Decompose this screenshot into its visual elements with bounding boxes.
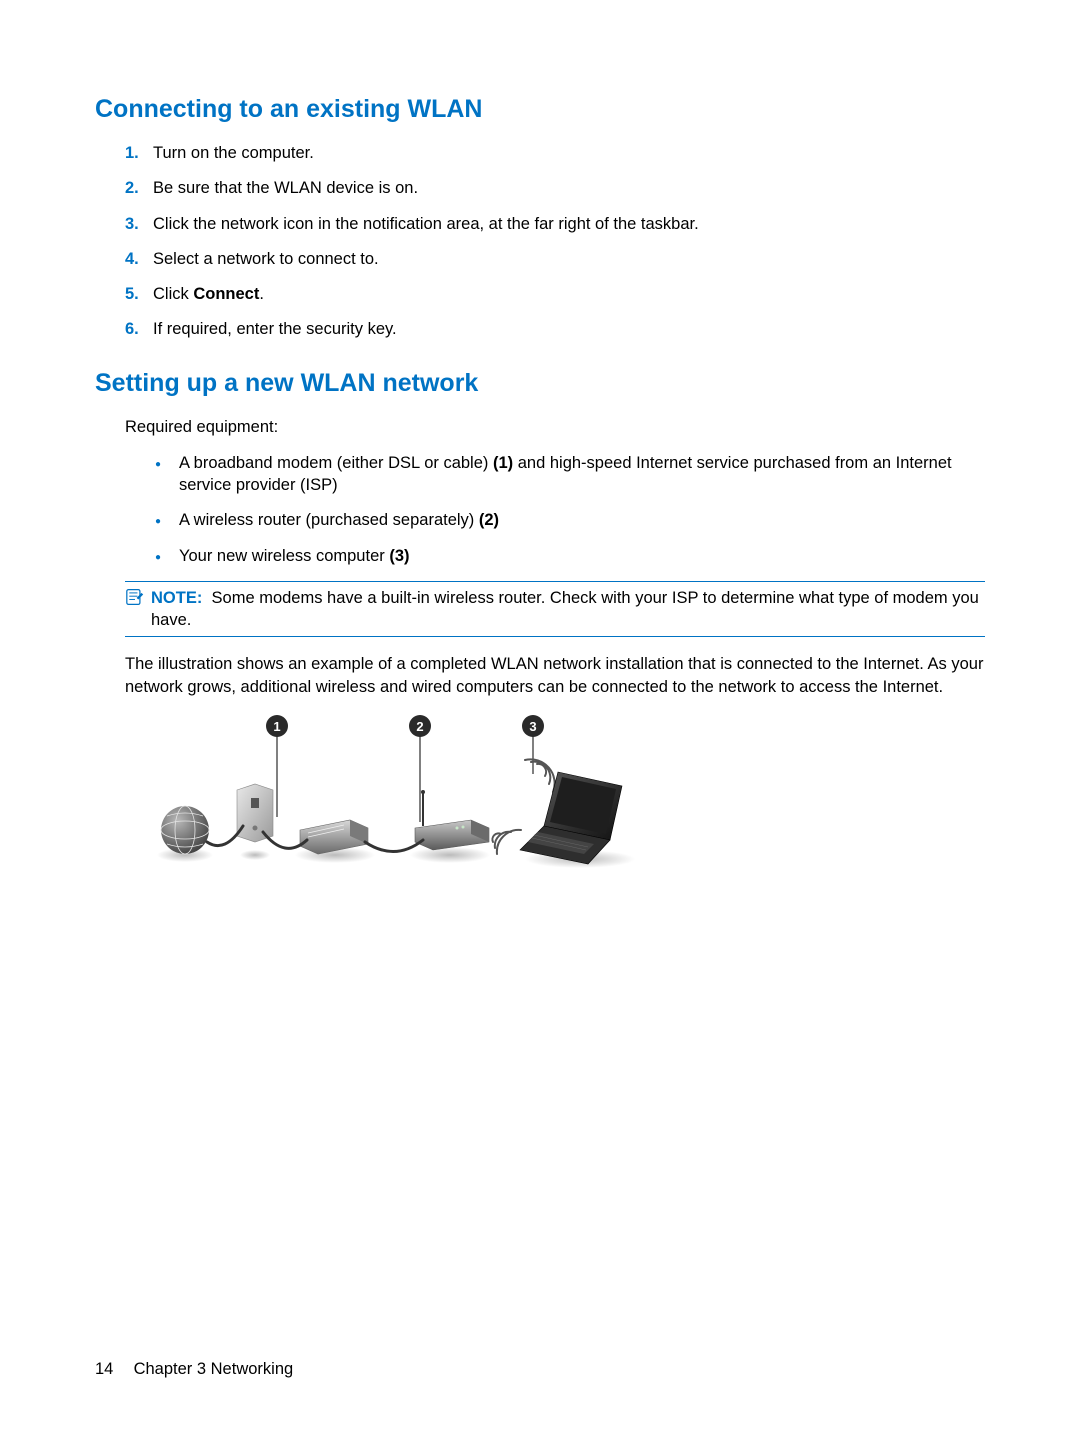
step-list-connecting: 1. Turn on the computer. 2. Be sure that… (125, 142, 985, 341)
svg-text:3: 3 (529, 719, 536, 734)
step-item: 6. If required, enter the security key. (125, 318, 985, 340)
bullet-icon: ● (155, 551, 179, 565)
step-item: 1. Turn on the computer. (125, 142, 985, 164)
step-number: 6. (125, 318, 153, 340)
step-number: 4. (125, 248, 153, 270)
page-footer: 14 Chapter 3 Networking (95, 1360, 293, 1379)
step-text: Click the network icon in the notificati… (153, 213, 985, 235)
bullet-icon: ● (155, 515, 179, 529)
step-text: Be sure that the WLAN device is on. (153, 177, 985, 199)
bullet-list-equipment: ● A broadband modem (either DSL or cable… (155, 452, 985, 567)
note-icon (125, 588, 145, 612)
note-block: NOTE: Some modems have a built-in wirele… (125, 581, 985, 638)
heading-connecting-wlan: Connecting to an existing WLAN (95, 95, 985, 124)
step-text: Click Connect. (153, 283, 985, 305)
bullet-text: A broadband modem (either DSL or cable) … (179, 452, 985, 497)
step-item: 2. Be sure that the WLAN device is on. (125, 177, 985, 199)
list-item: ● A wireless router (purchased separatel… (155, 509, 985, 531)
step-number: 3. (125, 213, 153, 235)
bullet-text: A wireless router (purchased separately)… (179, 509, 985, 531)
wlan-illustration: 1 2 3 (125, 712, 985, 877)
step-item: 5. Click Connect. (125, 283, 985, 305)
step-text: Turn on the computer. (153, 142, 985, 164)
intro-text: Required equipment: (125, 416, 985, 438)
svg-text:1: 1 (273, 719, 280, 734)
list-item: ● A broadband modem (either DSL or cable… (155, 452, 985, 497)
step-number: 5. (125, 283, 153, 305)
svg-text:2: 2 (416, 719, 423, 734)
step-text: If required, enter the security key. (153, 318, 985, 340)
document-page: Connecting to an existing WLAN 1. Turn o… (0, 0, 1080, 877)
bullet-text: Your new wireless computer (3) (179, 545, 985, 567)
bullet-icon: ● (155, 458, 179, 472)
illustration-description: The illustration shows an example of a c… (125, 653, 985, 698)
step-text: Select a network to connect to. (153, 248, 985, 270)
step-item: 3. Click the network icon in the notific… (125, 213, 985, 235)
note-text: NOTE: Some modems have a built-in wirele… (151, 587, 985, 632)
step-number: 2. (125, 177, 153, 199)
page-number: 14 (95, 1360, 129, 1379)
chapter-label: Chapter 3 Networking (134, 1360, 294, 1378)
list-item: ● Your new wireless computer (3) (155, 545, 985, 567)
step-item: 4. Select a network to connect to. (125, 248, 985, 270)
heading-setup-wlan: Setting up a new WLAN network (95, 369, 985, 398)
step-number: 1. (125, 142, 153, 164)
